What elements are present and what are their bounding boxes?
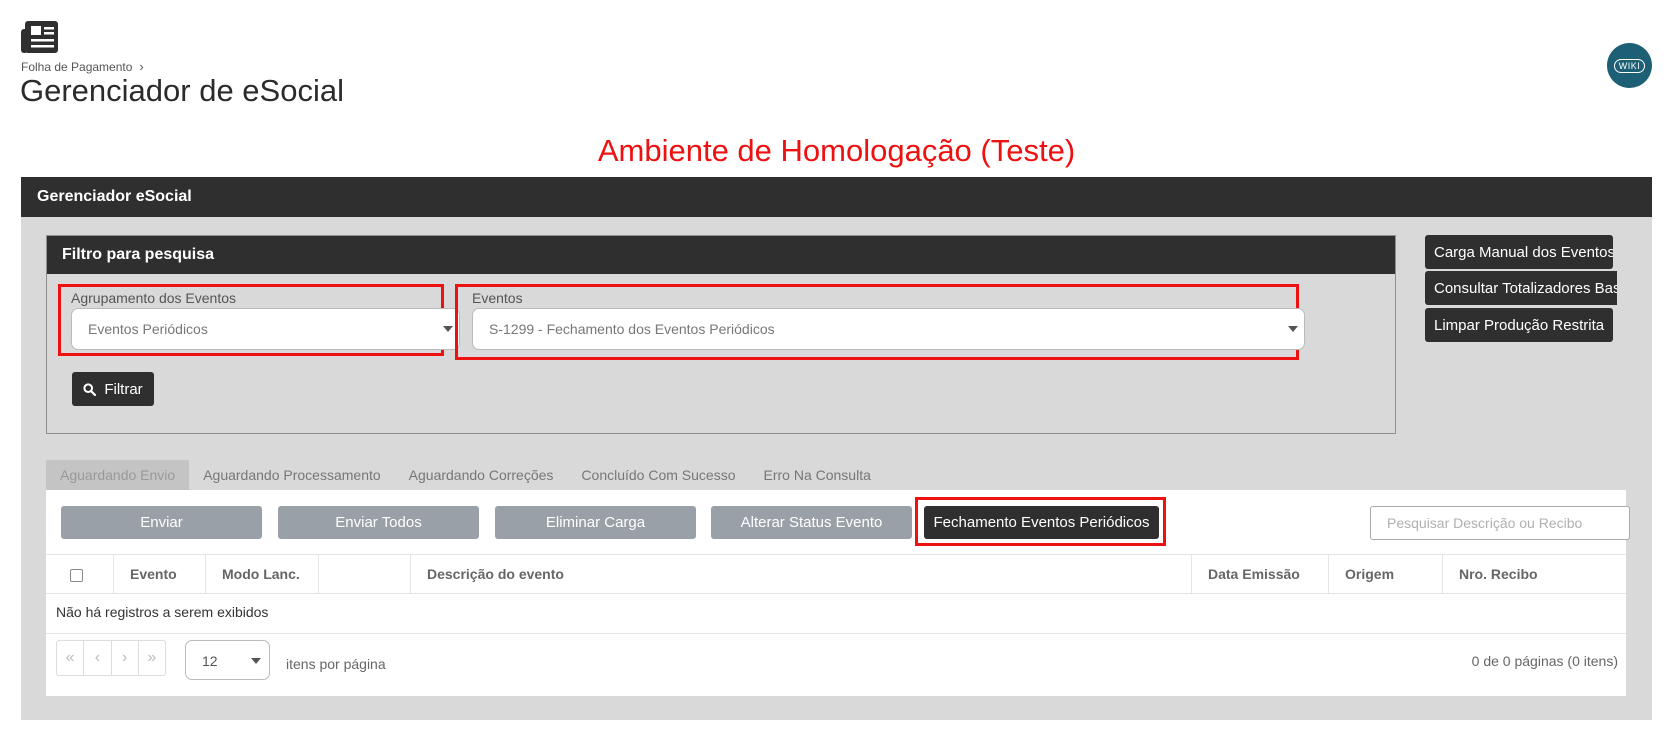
wiki-label: WIKI xyxy=(1613,58,1646,73)
last-page-button[interactable]: » xyxy=(139,641,165,675)
chevron-down-icon xyxy=(1288,326,1298,332)
breadcrumb-link[interactable]: Folha de Pagamento xyxy=(21,60,132,74)
col-modo-lanc[interactable]: Modo Lanc. xyxy=(206,555,319,594)
page-title: Gerenciador de eSocial xyxy=(20,73,344,108)
page-size-select[interactable]: 12 xyxy=(185,640,270,680)
next-page-button[interactable]: › xyxy=(112,641,139,675)
col-evento[interactable]: Evento xyxy=(114,555,206,594)
search-icon xyxy=(83,382,97,396)
panel-title: Gerenciador eSocial xyxy=(21,177,1652,217)
tab-concluido-sucesso[interactable]: Concluído Com Sucesso xyxy=(567,460,749,490)
select-all-cell xyxy=(46,555,114,594)
clear-restricted-button[interactable]: Limpar Produção Restrita xyxy=(1425,308,1613,342)
chevron-down-icon xyxy=(443,326,453,332)
select-all-checkbox[interactable] xyxy=(70,569,83,582)
events-select-value: S-1299 - Fechamento dos Eventos Periódic… xyxy=(489,321,775,337)
prev-page-button[interactable]: ‹ xyxy=(84,641,112,675)
filter-button[interactable]: Filtrar xyxy=(72,372,154,406)
col-origem[interactable]: Origem xyxy=(1329,555,1443,594)
table-header: Evento Modo Lanc. Descrição do evento Da… xyxy=(46,554,1626,594)
breadcrumb: Folha de Pagamento › xyxy=(21,59,144,74)
status-tabs: Aguardando Envio Aguardando Processament… xyxy=(46,460,885,490)
group-select-value: Eventos Periódicos xyxy=(88,321,208,337)
esocial-panel: Gerenciador eSocial Filtro para pesquisa… xyxy=(21,177,1652,720)
tab-erro-consulta[interactable]: Erro Na Consulta xyxy=(750,460,885,490)
environment-banner: Ambiente de Homologação (Teste) xyxy=(597,133,1076,168)
search-input[interactable] xyxy=(1370,506,1630,540)
close-periodic-events-button[interactable]: Fechamento Eventos Periódicos xyxy=(924,506,1159,539)
totalizers-button[interactable]: Consultar Totalizadores Base xyxy=(1425,271,1617,305)
send-all-button[interactable]: Enviar Todos xyxy=(278,506,479,539)
tab-aguardando-correcoes[interactable]: Aguardando Correções xyxy=(395,460,568,490)
remove-load-button[interactable]: Eliminar Carga xyxy=(495,506,696,539)
change-status-button[interactable]: Alterar Status Evento xyxy=(711,506,912,539)
per-page-label: itens por página xyxy=(286,656,386,672)
newspaper-icon xyxy=(21,21,58,53)
group-label: Agrupamento dos Eventos xyxy=(71,290,236,306)
pager: « ‹ › » xyxy=(56,640,166,676)
events-label: Eventos xyxy=(472,290,523,306)
filter-panel: Filtro para pesquisa Agrupamento dos Eve… xyxy=(46,235,1396,434)
chevron-down-icon xyxy=(251,658,261,664)
group-select[interactable]: Eventos Periódicos xyxy=(71,308,460,350)
manual-load-button[interactable]: Carga Manual dos Eventos xyxy=(1425,235,1613,269)
breadcrumb-chevron-icon: › xyxy=(139,59,144,74)
send-button[interactable]: Enviar xyxy=(61,506,262,539)
wiki-button[interactable]: WIKI xyxy=(1607,43,1652,88)
col-nro-recibo[interactable]: Nro. Recibo xyxy=(1443,555,1626,594)
events-select[interactable]: S-1299 - Fechamento dos Eventos Periódic… xyxy=(472,308,1305,350)
col-data-emissao[interactable]: Data Emissão xyxy=(1192,555,1329,594)
filter-title: Filtro para pesquisa xyxy=(47,236,1395,274)
empty-message: Não há registros a serem exibidos xyxy=(56,604,269,620)
tab-aguardando-processamento[interactable]: Aguardando Processamento xyxy=(189,460,394,490)
page-info: 0 de 0 páginas (0 itens) xyxy=(1471,653,1618,669)
tab-aguardando-envio[interactable]: Aguardando Envio xyxy=(46,460,190,490)
events-content: Enviar Enviar Todos Eliminar Carga Alter… xyxy=(46,490,1630,696)
first-page-button[interactable]: « xyxy=(57,641,85,675)
page-size-value: 12 xyxy=(202,653,218,669)
col-descricao[interactable]: Descrição do evento xyxy=(411,555,1192,594)
filter-button-label: Filtrar xyxy=(104,380,143,398)
table-divider xyxy=(46,633,1626,634)
col-blank xyxy=(319,555,411,594)
